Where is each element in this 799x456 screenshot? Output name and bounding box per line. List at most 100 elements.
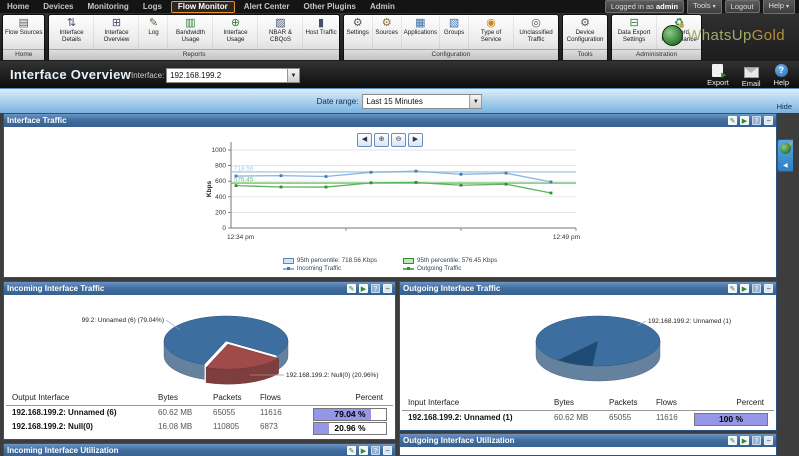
data-point [280, 186, 283, 189]
interface-usage-icon: ⊕ [231, 16, 240, 30]
ribbon-button-interface-usage[interactable]: ⊕Interface Usage [213, 15, 258, 49]
data-point [280, 174, 283, 177]
bytes-value: 60.62 MB [158, 406, 192, 420]
help-panel-icon[interactable]: ? [371, 446, 380, 455]
ribbon-button-label: Groups [444, 30, 464, 37]
export-report-icon[interactable]: ▶ [359, 284, 368, 293]
ribbon-button-label: Interface Overview [96, 30, 136, 44]
packets-value: 110805 [213, 420, 239, 434]
side-panel-toggle[interactable]: ◀ [777, 139, 793, 172]
export-report-icon[interactable]: ▶ [740, 284, 749, 293]
export-label: Export [707, 78, 729, 87]
help-button[interactable]: Help [774, 64, 789, 88]
ribbon-button-device-configuration[interactable]: ⚙Device Configuration [563, 15, 607, 49]
help-panel-icon[interactable]: ? [371, 284, 380, 293]
menu-item-logs[interactable]: Logs [136, 0, 169, 13]
ribbon-button-nbar-cbqos[interactable]: ▨NBAR & CBQoS [258, 15, 303, 49]
table-row: 192.168.199.2: Unnamed (6)60.62 MB650551… [6, 406, 393, 420]
export-button[interactable]: Export [707, 64, 729, 88]
data-point [235, 184, 238, 187]
configure-icon[interactable]: ✎ [728, 284, 737, 293]
ribbon-button-bandwidth-usage[interactable]: ▥Bandwidth Usage [168, 15, 213, 49]
ribbon-button-flow-sources[interactable]: ▤Flow Sources [3, 15, 44, 49]
hide-link[interactable]: Hide [777, 102, 792, 111]
ribbon-button-applications[interactable]: ▦Applications [402, 15, 440, 49]
ribbon-group-label: Administration [612, 49, 701, 60]
logged-in-chip: Logged in as admin [605, 0, 684, 13]
help-panel-icon[interactable]: ? [752, 116, 761, 125]
ribbon-button-log[interactable]: ✎Log [139, 15, 168, 49]
ribbon-button-type-of-service[interactable]: ◉Type of Service [469, 15, 514, 49]
panel-title: Incoming Interface Traffic [7, 284, 344, 293]
panel-action-icons: ✎▶?− [725, 436, 773, 445]
table-row: 192.168.199.2: Null(0)16.08 MB1108056873… [6, 420, 393, 434]
ribbon-button-host-traffic[interactable]: ▮Host Traffic [303, 15, 338, 49]
help-panel-icon[interactable]: ? [752, 436, 761, 445]
panel-action-icons: ✎▶?− [725, 116, 773, 125]
outgoing-interface-utilization-panel: Outgoing Interface Utilization ✎▶?− [399, 433, 777, 456]
menu-item-monitoring[interactable]: Monitoring [80, 0, 135, 13]
collapse-icon[interactable]: − [383, 284, 392, 293]
email-button[interactable]: Email [742, 64, 761, 88]
top-menubar: HomeDevicesMonitoringLogsFlow MonitorAle… [0, 0, 799, 13]
help-panel-icon[interactable]: ? [752, 284, 761, 293]
scroll-left-button[interactable]: ◀ [357, 133, 372, 147]
incoming-interface-traffic-panel: Incoming Interface Traffic ✎▶?− 99.2: Un… [3, 281, 396, 440]
bytes-value: 16.08 MB [158, 420, 192, 434]
menu-item-admin[interactable]: Admin [363, 0, 402, 13]
menu-item-other-plugins[interactable]: Other Plugins [296, 0, 362, 13]
x-start-label: 12:34 pm [227, 234, 254, 241]
nbar-cbqos-icon: ▨ [275, 16, 285, 30]
menu-item-flow-monitor[interactable]: Flow Monitor [171, 1, 235, 13]
ribbon-group-tools: ⚙Device ConfigurationTools [562, 14, 608, 60]
ribbon-button-label: Type of Service [471, 30, 511, 44]
configure-icon[interactable]: ✎ [347, 284, 356, 293]
ribbon-button-label: Interface Details [51, 30, 91, 44]
series-legend-label: Incoming Traffic [297, 265, 341, 272]
menu-item-home[interactable]: Home [0, 0, 36, 13]
ribbon-button-label: Flow Sources [5, 30, 42, 37]
export-report-icon[interactable]: ▶ [359, 446, 368, 455]
collapse-icon[interactable]: − [764, 436, 773, 445]
chevron-left-icon: ◀ [783, 162, 788, 169]
interface-select[interactable]: 192.168.199.2 ▼ [166, 68, 300, 83]
panel-title: Outgoing Interface Utilization [403, 436, 725, 445]
ribbon-button-interface-details[interactable]: ⇅Interface Details [49, 15, 94, 49]
column-header-flows: Flows [656, 397, 677, 409]
ribbon-button-groups[interactable]: ▧Groups [440, 15, 469, 49]
y-tick-label: 0 [222, 225, 226, 232]
logout-button[interactable]: Logout [725, 0, 760, 13]
ribbon-button-data-export-settings[interactable]: ⊟Data Export Settings [612, 15, 657, 49]
logged-in-user: admin [656, 2, 678, 11]
ribbon-button-interface-overview[interactable]: ⊞Interface Overview [94, 15, 139, 49]
column-header-flows: Flows [260, 392, 281, 404]
ribbon-button-sources[interactable]: ⚙Sources [373, 15, 402, 49]
help-menu-button[interactable]: Help▾ [763, 0, 795, 14]
configure-icon[interactable]: ✎ [728, 436, 737, 445]
percentile-line-label: 718.56 [234, 165, 254, 172]
zoom-out-button[interactable]: ⊖ [391, 133, 406, 147]
interface-details-icon: ⇅ [67, 16, 76, 30]
export-report-icon[interactable]: ▶ [740, 116, 749, 125]
menu-item-devices[interactable]: Devices [36, 0, 80, 13]
export-report-icon[interactable]: ▶ [740, 436, 749, 445]
data-point [505, 172, 508, 175]
ribbon-button-settings[interactable]: ⚙Settings [344, 15, 373, 49]
device-configuration-icon: ⚙ [580, 16, 590, 30]
sources-icon: ⚙ [382, 16, 392, 30]
configure-icon[interactable]: ✎ [347, 446, 356, 455]
menu-item-alert-center[interactable]: Alert Center [237, 0, 297, 13]
collapse-icon[interactable]: − [383, 446, 392, 455]
zoom-in-button[interactable]: ⊕ [374, 133, 389, 147]
configure-icon[interactable]: ✎ [728, 116, 737, 125]
scroll-right-button[interactable]: ▶ [408, 133, 423, 147]
applications-icon: ▦ [415, 16, 425, 30]
ribbon-button-unclassified-traffic[interactable]: ◎Unclassified Traffic [514, 15, 558, 49]
date-range-select[interactable]: Last 15 Minutes ▼ [362, 94, 482, 109]
collapse-icon[interactable]: − [764, 284, 773, 293]
tools-menu-button[interactable]: Tools▾ [687, 0, 722, 14]
ribbon-button-label: Host Traffic [305, 30, 336, 37]
percent-bar: 20.96 % [313, 422, 387, 435]
collapse-icon[interactable]: − [764, 116, 773, 125]
data-point [415, 181, 418, 184]
